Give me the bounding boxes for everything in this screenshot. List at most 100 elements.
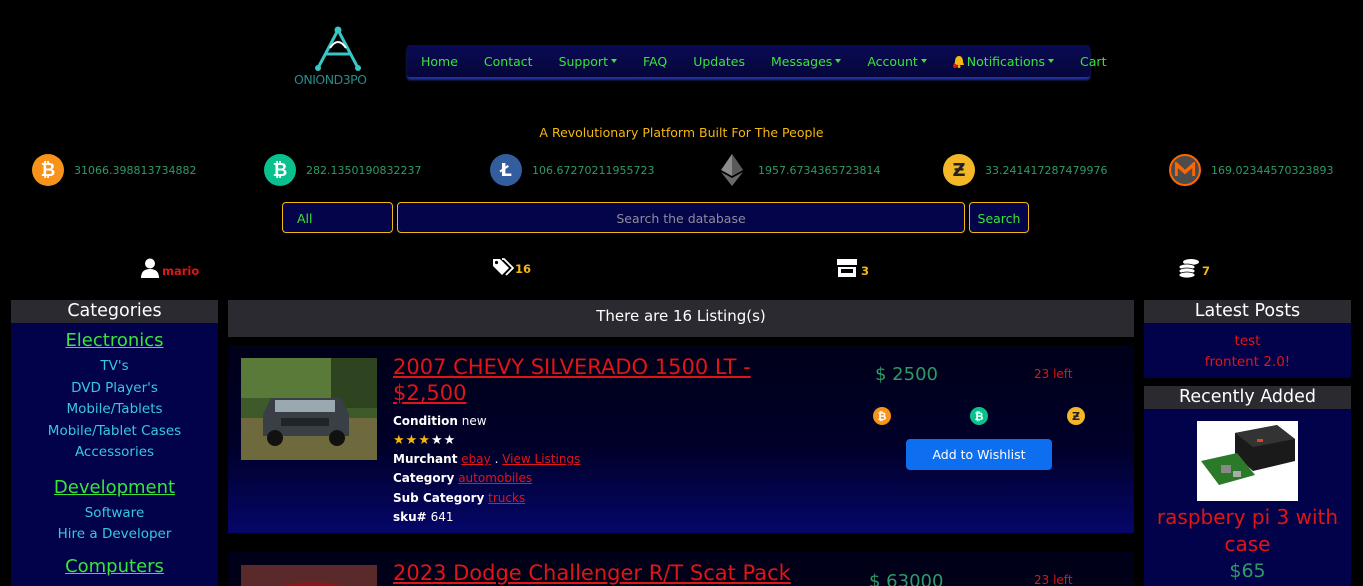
listing-subcategory: Sub Category trucks [393, 491, 525, 505]
category-development[interactable]: Development [11, 477, 218, 498]
categories-sidebar: Categories Electronics TV's DVD Player's… [11, 300, 218, 586]
ticker-zcash: Ƶ 33.241417287479976 [943, 154, 1107, 186]
subcategory-dvd-players[interactable]: DVD Player's [11, 378, 218, 400]
view-listings-link[interactable]: View Listings [502, 452, 580, 466]
listing-card: 2007 CHEVY SILVERADO 1500 LT - $2,500 Co… [228, 345, 1134, 533]
stock-left: 23 left [1034, 573, 1073, 586]
listing-sku: sku# 641 [393, 510, 453, 524]
search-button[interactable]: Search [969, 202, 1029, 233]
site-logo[interactable]: ONIOND3PO [292, 26, 386, 88]
subcategory-hire-developer[interactable]: Hire a Developer [11, 524, 218, 546]
listing-count: There are 16 Listing(s) [228, 300, 1134, 337]
categories-title: Categories [11, 300, 218, 323]
condition-label: Condition [393, 414, 458, 428]
tags-icon [493, 258, 514, 276]
listing-image[interactable] [241, 565, 377, 586]
stat-user[interactable]: mario [141, 258, 199, 278]
merchant-link[interactable]: ebay [461, 452, 490, 466]
bitcoin-icon: ₿ [873, 407, 891, 425]
ticker-monero: 169.02344570323893 [1169, 154, 1333, 186]
star-filled-icon: ★ [405, 433, 419, 448]
listing-condition: Condition new [393, 414, 487, 428]
bitcoin-icon: ₿ [32, 154, 64, 186]
bell-icon [952, 55, 964, 68]
nav-support[interactable]: Support [546, 45, 630, 77]
sku-label: sku# [393, 510, 427, 524]
nav-notifications[interactable]: Notifications [940, 45, 1067, 77]
nav-label: Notifications [966, 53, 1046, 69]
post-link[interactable]: frontent 2.0! [1144, 352, 1351, 373]
listing-image[interactable] [241, 358, 377, 460]
subcategory-mobile-tablets[interactable]: Mobile/Tablets [11, 399, 218, 421]
category-computers[interactable]: Computers [11, 556, 218, 577]
sku-value: 641 [430, 510, 454, 524]
subcategory-software[interactable]: Software [11, 503, 218, 525]
caret-down-icon [920, 59, 927, 63]
listing-category: Category automobiles [393, 471, 532, 485]
nav-messages[interactable]: Messages [758, 45, 854, 77]
subcategory-accessories[interactable]: Accessories [11, 442, 218, 464]
listing-title[interactable]: 2023 Dodge Challenger R/T Scat Pack [393, 560, 791, 586]
coins-count: 7 [1202, 264, 1211, 278]
listing-title[interactable]: 2007 CHEVY SILVERADO 1500 LT - $2,500 [393, 354, 751, 406]
ticker-value: 33.241417287479976 [985, 163, 1108, 177]
litecoin-icon: Ł [490, 154, 522, 186]
merchant-label: Murchant [393, 452, 458, 466]
star-empty-icon: ★ [430, 433, 444, 448]
nav-label: Support [558, 53, 608, 69]
listing-price: $ 2500 [875, 364, 938, 385]
nav-cart[interactable]: Cart [1067, 45, 1119, 77]
rating-stars: ★★★★★ [393, 433, 456, 448]
search-category-select[interactable]: All [282, 202, 393, 233]
stores-count: 3 [861, 264, 870, 278]
recent-item-title[interactable]: raspbery pi 3 with case [1144, 504, 1351, 558]
latest-posts-panel: Latest Posts test frontent 2.0! [1144, 300, 1351, 378]
caret-down-icon [610, 59, 617, 63]
bitcoin-cash-icon: ₿ [970, 407, 988, 425]
recent-item-price: $65 [1229, 560, 1266, 582]
nav-label: Messages [771, 53, 833, 69]
stock-left: 23 left [1034, 367, 1073, 381]
nav-contact[interactable]: Contact [471, 45, 546, 77]
star-filled-icon: ★ [418, 433, 431, 448]
nav-label: Home [421, 53, 458, 69]
nav-account[interactable]: Account [854, 45, 939, 77]
add-to-wishlist-button[interactable]: Add to Wishlist [906, 439, 1052, 470]
subcategory-tvs[interactable]: TV's [11, 356, 218, 378]
star-filled-icon: ★ [393, 433, 406, 448]
ticker-value: 282.1350190832237 [306, 163, 422, 177]
nav-updates[interactable]: Updates [680, 45, 758, 77]
condition-value: new [461, 414, 487, 428]
zcash-icon: Ƶ [1067, 407, 1085, 425]
listing-merchant: Murchant ebay . View Listings [393, 452, 580, 466]
logo-text: ONIOND3PO [294, 72, 367, 87]
search-input[interactable]: Search the database [397, 202, 965, 233]
coins-icon [1178, 259, 1199, 278]
ticker-bitcoin: ₿ 31066.398813734882 [32, 154, 196, 186]
ticker-value: 106.67270211955723 [532, 163, 655, 177]
category-electronics[interactable]: Electronics [11, 330, 218, 351]
recently-added-title: Recently Added [1144, 386, 1351, 409]
subcategory-label: Sub Category [393, 491, 485, 505]
monero-icon [1169, 154, 1201, 186]
subcategory-link[interactable]: trucks [488, 491, 525, 505]
main-nav: Home Contact Support FAQ Updates Message… [407, 45, 1106, 77]
nav-faq[interactable]: FAQ [630, 45, 680, 77]
nav-label: Updates [693, 53, 745, 69]
logo-mark-icon [315, 26, 361, 71]
tags-count: 16 [515, 262, 532, 276]
nav-label: Cart [1080, 53, 1107, 69]
subcategory-mobile-tablet-cases[interactable]: Mobile/Tablet Cases [11, 421, 218, 443]
bitcoin-cash-icon: ₿ [264, 154, 296, 186]
listing-card: 2023 Dodge Challenger R/T Scat Pack $ 63… [228, 552, 1134, 586]
user-icon [141, 258, 159, 278]
ethereum-icon [716, 154, 748, 186]
post-link[interactable]: test [1144, 331, 1351, 352]
ticker-bitcoin-cash: ₿ 282.1350190832237 [264, 154, 421, 186]
ticker-ethereum: 1957.6734365723814 [716, 154, 880, 186]
username: mario [162, 264, 200, 278]
recent-item-image[interactable] [1197, 421, 1298, 501]
listing-price: $ 63000 [869, 571, 944, 586]
nav-home[interactable]: Home [408, 45, 471, 77]
category-link[interactable]: automobiles [458, 471, 532, 485]
